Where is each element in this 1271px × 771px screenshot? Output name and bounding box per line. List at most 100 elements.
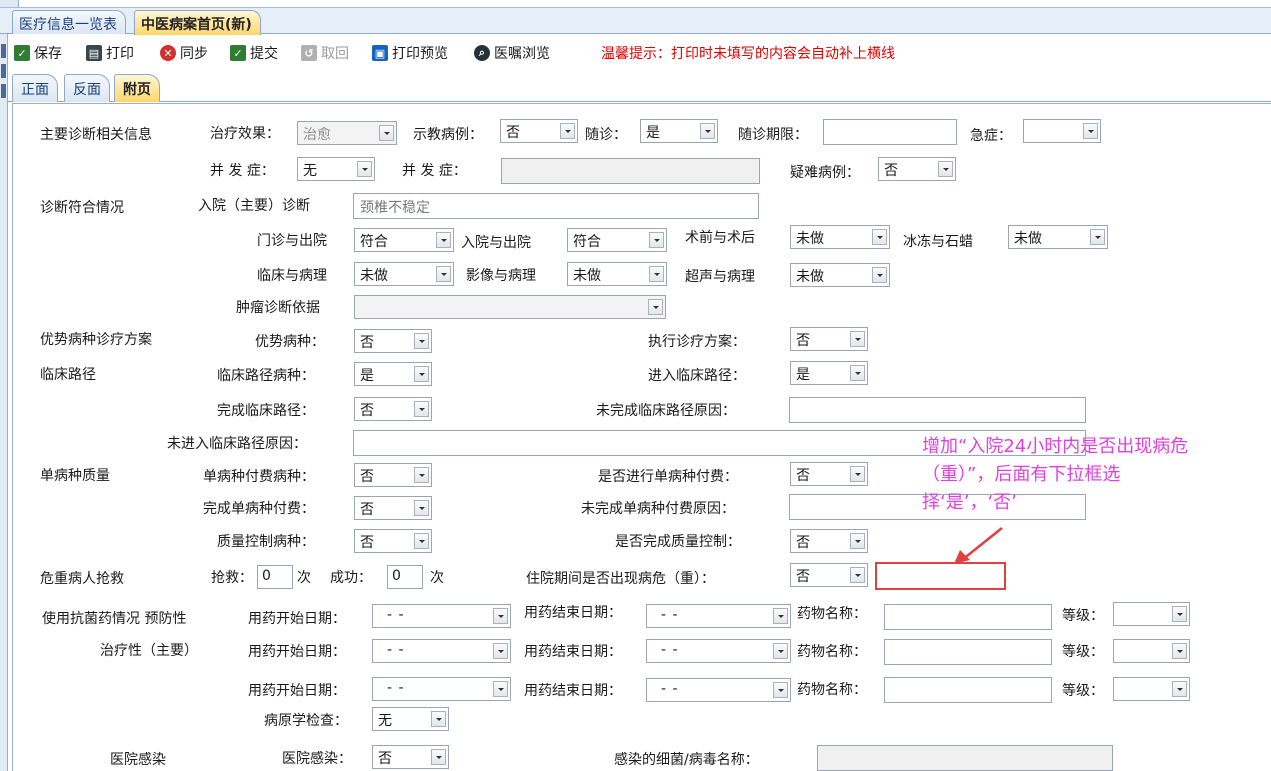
difficult-select[interactable]: 否 — [878, 157, 956, 181]
cp-disease-select[interactable]: 是 — [354, 362, 432, 386]
grade-label-2: 等级： — [1062, 644, 1104, 660]
chevron-down-icon — [1172, 606, 1187, 622]
grade-select-3[interactable] — [1113, 677, 1190, 701]
sp-pay-select[interactable]: 否 — [354, 463, 432, 487]
drug-name-input-1[interactable] — [884, 604, 1052, 630]
sync-button[interactable]: ✕ 同步 — [160, 43, 208, 63]
section-antibiotic: 使用抗菌药情况 预防性 — [42, 611, 187, 627]
tab-medical-list[interactable]: 医疗信息一览表 — [12, 10, 126, 34]
pathology-label: 病原学检查： — [264, 713, 348, 729]
save-button[interactable]: ✓ 保存 — [14, 43, 62, 63]
rescue-count-input[interactable]: 0 — [257, 565, 293, 589]
sp-pay-label: 单病种付费病种： — [203, 469, 315, 485]
tab-tcm-record[interactable]: 中医病案首页(新) — [134, 10, 261, 35]
op-out-select[interactable]: 符合 — [354, 228, 454, 252]
clin-path-label: 临床与病理 — [257, 268, 327, 284]
complication-input[interactable] — [501, 158, 760, 184]
urgent-select[interactable] — [1023, 119, 1101, 143]
start-date-select-3[interactable]: - - — [372, 677, 511, 701]
advantage-select[interactable]: 否 — [354, 329, 432, 353]
tab-front[interactable]: 正面 — [12, 74, 58, 102]
end-date-select-1[interactable]: - - — [646, 604, 791, 628]
us-path-label: 超声与病理 — [685, 269, 755, 285]
qc-select[interactable]: 否 — [354, 529, 432, 553]
grade-select-1[interactable] — [1113, 602, 1190, 626]
drug-name-input-3[interactable] — [884, 677, 1052, 703]
critical-in-hospital-select[interactable]: 否 — [790, 563, 868, 587]
teaching-select[interactable]: 否 — [500, 119, 578, 143]
chevron-down-icon — [850, 466, 865, 482]
infection-select[interactable]: 否 — [372, 745, 449, 769]
tumor-basis-select[interactable] — [354, 295, 666, 319]
chevron-down-icon — [436, 266, 451, 282]
us-path-select[interactable]: 未做 — [790, 263, 890, 287]
print-preview-button[interactable]: ▣ 打印预览 — [372, 43, 448, 63]
complete-sp-pay-select[interactable]: 否 — [354, 496, 432, 520]
start-date-select-1[interactable]: - - — [372, 604, 511, 628]
in-out-select[interactable]: 符合 — [567, 228, 667, 252]
frozen-select[interactable]: 未做 — [1008, 225, 1108, 249]
end-date-select-2[interactable]: - - — [646, 639, 791, 663]
pre-post-select[interactable]: 未做 — [790, 225, 890, 249]
complete-qc-select[interactable]: 否 — [790, 529, 868, 553]
enter-cp-select[interactable]: 是 — [790, 361, 868, 385]
chevron-down-icon — [493, 643, 508, 659]
complete-sp-pay-label: 完成单病种付费： — [203, 501, 315, 517]
pathology-select[interactable]: 无 — [372, 707, 449, 731]
chevron-down-icon — [850, 567, 865, 583]
chevron-down-icon — [414, 500, 429, 516]
annotation-line-1: 增加“入院24小时内是否出现病危 — [922, 436, 1189, 457]
grade-select-2[interactable] — [1113, 639, 1190, 663]
print-button[interactable]: ▤ 打印 — [86, 43, 134, 63]
complete-cp-label: 完成临床路径： — [217, 403, 315, 419]
annotation-line-2: （重）”，后面有下拉框选 — [922, 464, 1121, 485]
complication-select[interactable]: 无 — [297, 157, 375, 181]
section-clinical-path: 临床路径 — [40, 367, 96, 383]
pre-post-label: 术前与术后 — [685, 230, 755, 246]
chevron-down-icon — [1090, 229, 1105, 245]
section-diag-match: 诊断符合情况 — [40, 200, 124, 216]
drug-name-label-1: 药物名称： — [797, 606, 867, 622]
submit-button[interactable]: ✓ 提交 — [230, 43, 278, 63]
chevron-down-icon — [357, 161, 372, 177]
rescue-label: 抢救： — [211, 570, 253, 586]
withdraw-button: ↺ 取回 — [301, 43, 349, 63]
grade-label-3: 等级： — [1062, 683, 1104, 699]
chevron-down-icon — [1083, 123, 1098, 139]
end-date-select-3[interactable]: - - — [646, 678, 791, 702]
chevron-down-icon — [773, 608, 788, 624]
incomplete-cp-reason-input[interactable] — [789, 397, 1086, 423]
admit-diagnosis-input[interactable]: 颈椎不稳定 — [353, 193, 759, 219]
teaching-label: 示教病例： — [413, 127, 483, 143]
chevron-down-icon — [773, 682, 788, 698]
chevron-down-icon — [493, 608, 508, 624]
annotation-arrow-icon — [954, 527, 1003, 564]
treatment-main-label: 治疗性（主要） — [100, 643, 198, 659]
success-count-input[interactable]: 0 — [387, 565, 423, 589]
chevron-down-icon — [872, 267, 887, 283]
chevron-down-icon — [414, 467, 429, 483]
incomplete-sp-reason-label: 未完成单病种付费原因： — [581, 501, 735, 517]
followup-select[interactable]: 是 — [640, 119, 718, 143]
complete-cp-select[interactable]: 否 — [354, 397, 432, 421]
enter-cp-label: 进入临床路径： — [648, 368, 746, 384]
chevron-down-icon — [773, 643, 788, 659]
tab-back[interactable]: 反面 — [64, 74, 110, 102]
clin-path-select[interactable]: 未做 — [354, 262, 454, 286]
do-sp-pay-select[interactable]: 否 — [790, 462, 868, 486]
exec-scheme-select[interactable]: 否 — [790, 327, 868, 351]
img-path-select[interactable]: 未做 — [567, 262, 667, 286]
followup-period-input[interactable] — [823, 119, 957, 145]
print-hint: 温馨提示：打印时未填写的内容会自动补上横线 — [601, 46, 895, 62]
order-browse-button[interactable]: ⌕ 医嘱浏览 — [474, 43, 550, 63]
start-date-label-3: 用药开始日期： — [248, 683, 346, 699]
drug-name-input-2[interactable] — [884, 639, 1052, 665]
left-dock-bar[interactable] — [0, 34, 8, 771]
chevron-down-icon — [493, 681, 508, 697]
treat-effect-select[interactable]: 治愈 — [297, 121, 397, 145]
start-date-select-2[interactable]: - - — [372, 639, 511, 663]
bacteria-input[interactable] — [817, 745, 1113, 771]
toolbar: ✓ 保存 ▤ 打印 ✕ 同步 ✓ 提交 ↺ 取回 ▣ 打印预览 ⌕ 医嘱浏览 温馨提示：打印时… — [8, 35, 1271, 71]
tab-appendix[interactable]: 附页 — [114, 74, 160, 102]
bacteria-label: 感染的细菌/病毒名称： — [614, 752, 759, 768]
